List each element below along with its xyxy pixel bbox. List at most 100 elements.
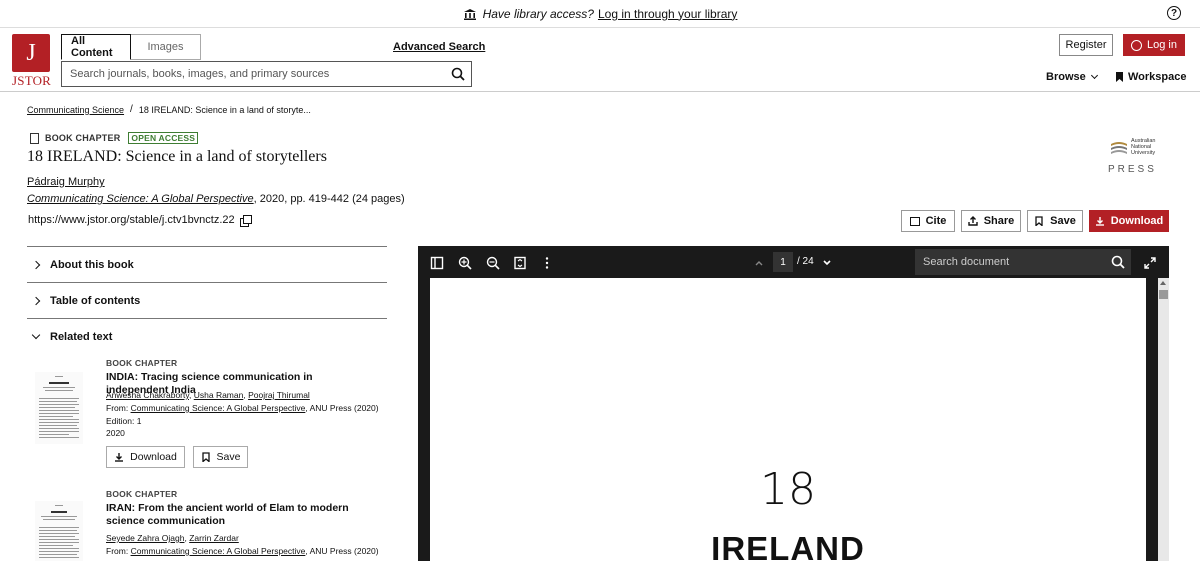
cite-button[interactable]: Cite [901,210,955,232]
jstor-logo-mark-icon: J [12,34,50,72]
accordion-label: About this book [50,258,134,271]
anu-crest-icon [1111,142,1127,154]
previous-page-icon[interactable] [752,256,766,270]
accordion-about-this-book[interactable]: About this book [27,246,387,282]
related-publisher: , ANU Press (2020) [305,546,379,556]
related-publisher: , ANU Press (2020) [305,403,379,413]
page-number-input[interactable]: 1 [773,252,793,272]
viewer-scrollbar[interactable] [1158,278,1169,561]
user-icon [1131,39,1142,51]
login-button[interactable]: Log in [1123,34,1185,56]
breadcrumb: Communicating Science / 18 IRELAND: Scie… [27,104,311,115]
scrollbar-thumb[interactable] [1159,290,1168,299]
library-access-prompt: Have library access? [482,6,594,21]
search-icon[interactable] [451,67,465,81]
share-label: Share [983,215,1015,227]
author-link[interactable]: Pádraig Murphy [27,176,105,188]
chevron-right-icon [31,260,41,269]
accordion-label: Table of contents [50,294,141,307]
cite-label: Cite [925,215,947,227]
page-title: 18 IRELAND: Science in a land of storyte… [27,148,327,165]
pdf-page[interactable]: 18 IRELAND [430,278,1146,561]
related-book-link[interactable]: Communicating Science: A Global Perspect… [131,403,306,413]
workspace-label: Workspace [1128,71,1187,83]
tab-images[interactable]: Images [131,34,201,60]
related-book-link[interactable]: Communicating Science: A Global Perspect… [131,546,306,556]
next-page-icon[interactable] [820,256,834,270]
from-label: From: [106,546,131,556]
zoom-in-icon[interactable] [458,256,472,270]
related-item-type: BOOK CHAPTER [106,358,178,368]
related-item-thumbnail[interactable] [35,372,83,444]
library-access-banner: Have library access? Log in through your… [0,0,1200,28]
related-item-type: BOOK CHAPTER [106,489,178,499]
stable-url: https://www.jstor.org/stable/j.ctv1bvnct… [28,214,252,227]
search-input[interactable] [70,68,451,80]
fit-page-icon[interactable] [513,256,527,270]
publisher-line: University [1131,150,1156,156]
help-icon[interactable]: ? [1167,6,1181,20]
open-access-badge: OPEN ACCESS [128,132,199,144]
book-info-accordion: About this book Table of contents Relate… [27,246,387,354]
related-download-label: Download [130,451,177,463]
breadcrumb-parent-link[interactable]: Communicating Science [27,105,124,115]
accordion-label: Related text [50,330,113,343]
chevron-down-icon [31,330,41,340]
related-item-edition: Edition: 1 [106,416,142,426]
search-box [61,61,472,87]
workspace-link[interactable]: Workspace [1116,71,1187,83]
save-label: Save [1050,215,1076,227]
search-icon[interactable] [1111,255,1125,269]
page-total: / 24 [797,256,814,267]
login-label: Log in [1147,39,1177,51]
document-icon [30,132,39,144]
jstor-logo[interactable]: J JSTOR [12,34,52,88]
related-author-link[interactable]: Anwesha Chakraborty [106,390,189,400]
related-author-link[interactable]: Usha Raman [194,390,244,400]
download-button[interactable]: Download [1089,210,1169,232]
library-login-link[interactable]: Log in through your library [598,7,737,21]
scroll-up-arrow-icon[interactable] [1160,281,1166,285]
publisher-name: Australian National University [1131,138,1158,156]
source-details: , 2020, pp. 419-442 (24 pages) [253,193,405,205]
zoom-out-icon[interactable] [486,256,500,270]
document-search-input[interactable] [923,256,1111,268]
related-download-button[interactable]: Download [106,446,185,468]
sidebar-toggle-icon[interactable] [430,256,444,270]
publisher-press: PRESS [1108,164,1157,175]
share-button[interactable]: Share [961,210,1021,232]
related-author-link[interactable]: Seyede Zahra Ojagh [106,533,184,543]
related-item-source: From: Communicating Science: A Global Pe… [106,403,379,413]
accordion-related-text[interactable]: Related text [27,318,387,354]
stable-url-text: https://www.jstor.org/stable/j.ctv1bvnct… [28,214,235,226]
related-item-source: From: Communicating Science: A Global Pe… [106,546,379,556]
share-icon [968,216,978,226]
copy-icon[interactable] [239,215,252,227]
register-button[interactable]: Register [1059,34,1113,56]
chevron-down-icon [1090,71,1098,80]
save-button[interactable]: Save [1027,210,1083,232]
book-title-link[interactable]: Communicating Science: A Global Perspect… [27,193,254,205]
site-header: J JSTOR All Content Images Advanced Sear… [0,28,1200,92]
browse-label: Browse [1046,71,1086,83]
related-author-link[interactable]: Zarrin Zardar [189,533,239,543]
content-type-label: BOOK CHAPTER [45,133,121,143]
related-item-year: 2020 [106,428,125,438]
related-item-thumbnail[interactable] [35,501,83,561]
related-save-button[interactable]: Save [193,446,248,468]
related-item-title[interactable]: IRAN: From the ancient world of Elam to … [106,502,376,528]
related-author-link[interactable]: Poojraj Thirumal [248,390,310,400]
fullscreen-icon[interactable] [1143,256,1157,270]
tab-all-content[interactable]: All Content [61,34,131,60]
chevron-right-icon [31,296,41,305]
accordion-table-of-contents[interactable]: Table of contents [27,282,387,318]
download-icon [115,453,124,462]
advanced-search-link[interactable]: Advanced Search [393,41,485,53]
related-item-authors: Anwesha Chakraborty, Usha Raman, Poojraj… [106,390,310,400]
more-options-icon[interactable] [540,256,554,270]
pdf-viewer: 1 / 24 18 IRELAND [418,246,1169,561]
publisher-logo[interactable]: Australian National University PRESS [1108,138,1158,176]
browse-menu[interactable]: Browse [1046,71,1098,83]
bookmark-icon [1116,72,1123,82]
chapter-heading: IRELAND [711,530,865,561]
